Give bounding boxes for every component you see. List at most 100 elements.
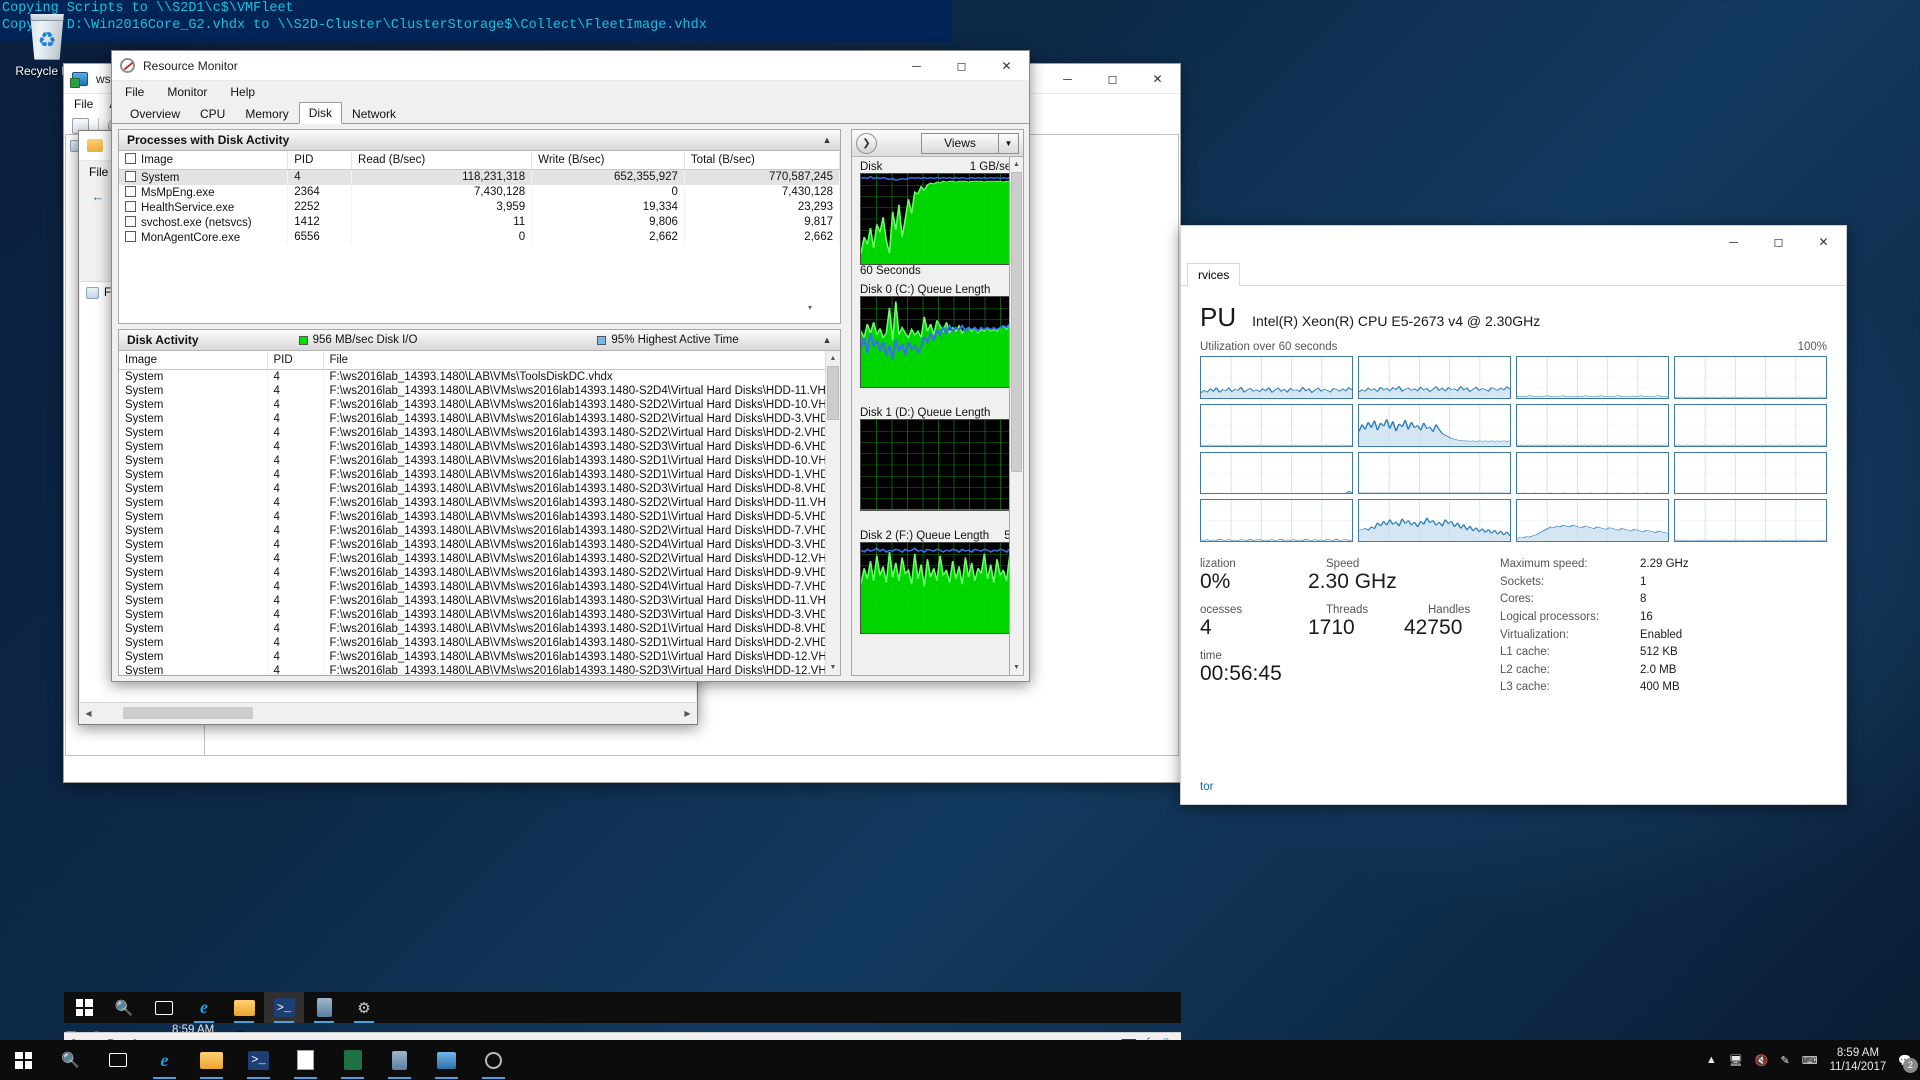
task-manager-window[interactable]: ─ ◻ ✕ rvices PU Intel(R) Xeon(R) CPU E5-…: [1180, 225, 1847, 805]
table-row[interactable]: System 4 F:\ws2016lab_14393.1480\LAB\VMs\T…: [119, 369, 840, 384]
search-button[interactable]: 🔍: [47, 1040, 94, 1080]
scrollbar-thumb[interactable]: [1011, 172, 1022, 472]
table-row[interactable]: System 4 F:\ws2016lab_14393.1480\LAB\VMs\w…: [119, 425, 840, 440]
row-checkbox[interactable]: [125, 215, 136, 227]
table-row[interactable]: System 4 F:\ws2016lab_14393.1480\LAB\VMs\w…: [119, 537, 840, 552]
processes-table-header-row[interactable]: Image PID Read (B/sec) Write (B/sec) Total (…: [119, 151, 840, 170]
scroll-left-arrow-icon[interactable]: ◀: [80, 709, 97, 718]
task-manager-minimize-button[interactable]: ─: [1711, 227, 1756, 257]
excel-button[interactable]: [329, 1040, 376, 1080]
action-center-button[interactable]: 💬 2: [1898, 1054, 1918, 1073]
guest-taskbar[interactable]: 🔍 e >_ ⚙ 🖥 🔇 ✎ ⌨ 8:59 AM 11/14/2017 💬 1: [64, 992, 1181, 1050]
task-view-button[interactable]: [144, 992, 184, 1023]
resource-monitor-maximize-button[interactable]: ◻: [939, 51, 984, 81]
task-view-button[interactable]: [94, 1040, 141, 1080]
table-row[interactable]: System 4 F:\ws2016lab_14393.1480\LAB\VMs\w…: [119, 523, 840, 538]
tab-overview[interactable]: Overview: [120, 103, 190, 124]
failover-window-controls[interactable]: ─ ◻ ✕: [1045, 64, 1180, 94]
table-row[interactable]: System 4 F:\ws2016lab_14393.1480\LAB\VMs\w…: [119, 565, 840, 580]
hyperv-manager-button[interactable]: [423, 1040, 470, 1080]
column-header[interactable]: File: [323, 351, 840, 370]
disk-activity-header-row[interactable]: Image PID File: [119, 351, 840, 370]
task-manager-maximize-button[interactable]: ◻: [1756, 227, 1801, 257]
scroll-up-arrow-icon[interactable]: ▲: [826, 351, 840, 366]
column-header[interactable]: Write (B/sec): [531, 151, 685, 170]
search-button[interactable]: 🔍: [104, 992, 144, 1023]
resource-monitor-button[interactable]: [470, 1040, 517, 1080]
notepad-button[interactable]: [282, 1040, 329, 1080]
tab-cpu[interactable]: CPU: [190, 103, 235, 124]
views-button[interactable]: Views ▼: [921, 132, 1019, 154]
back-icon[interactable]: ←: [87, 186, 109, 207]
scroll-down-arrow-icon[interactable]: ▼: [826, 660, 840, 675]
table-row[interactable]: System 4 F:\ws2016lab_14393.1480\LAB\VMs\w…: [119, 397, 840, 412]
table-row[interactable]: MonAgentCore.exe 6556 0 2,662 2,662: [119, 229, 840, 245]
column-header[interactable]: PID: [287, 151, 353, 170]
table-row[interactable]: HealthService.exe 2252 3,959 19,334 23,293: [119, 199, 840, 215]
graphs-vertical-scrollbar[interactable]: ▲ ▼: [1009, 156, 1024, 676]
failover-close-button[interactable]: ✕: [1135, 64, 1180, 94]
table-row[interactable]: System 4 F:\ws2016lab_14393.1480\LAB\VMs\w…: [119, 551, 840, 566]
menu-monitor[interactable]: Monitor: [164, 84, 210, 100]
horizontal-scrollbar[interactable]: [115, 707, 661, 719]
tab-network[interactable]: Network: [342, 103, 406, 124]
file-explorer-button[interactable]: [224, 992, 264, 1023]
file-explorer-button[interactable]: [188, 1040, 235, 1080]
volume-muted-icon[interactable]: 🔇: [1755, 1054, 1769, 1067]
table-row[interactable]: System 4 F:\ws2016lab_14393.1480\LAB\VMs\w…: [119, 495, 840, 510]
row-checkbox[interactable]: [125, 230, 136, 242]
table-row[interactable]: System 4 F:\ws2016lab_14393.1480\LAB\VMs\w…: [119, 383, 840, 398]
scrollbar-track[interactable]: [826, 366, 840, 660]
network-icon[interactable]: 🖥: [1729, 1054, 1743, 1067]
disk-activity-vertical-scrollbar[interactable]: ▲ ▼: [825, 351, 840, 675]
column-header[interactable]: Image: [119, 351, 268, 370]
column-header[interactable]: Total (B/sec): [684, 151, 840, 170]
table-row[interactable]: System 4 F:\ws2016lab_14393.1480\LAB\VMs\w…: [119, 453, 840, 468]
host-taskbar[interactable]: 🔍 e >_ ▲ 🖥 🔇 ✎ ⌨ 8:59 AM 11/14/2017 💬 2: [0, 1040, 1920, 1080]
chevron-down-icon[interactable]: ▼: [999, 132, 1019, 154]
resource-monitor-tabstrip[interactable]: Overview CPU Memory Disk Network: [112, 102, 1029, 124]
scroll-up-arrow-icon[interactable]: ▲: [1010, 157, 1023, 172]
resource-monitor-window[interactable]: Resource Monitor ─ ◻ ✕ File Monitor Help…: [111, 50, 1030, 682]
chevron-up-icon[interactable]: ▲: [818, 332, 836, 348]
internet-explorer-button[interactable]: e: [141, 1040, 188, 1080]
task-manager-tabs[interactable]: rvices: [1181, 258, 1846, 286]
internet-explorer-button[interactable]: e: [184, 992, 224, 1023]
scroll-right-arrow-icon[interactable]: ▶: [679, 709, 696, 718]
resource-monitor-minimize-button[interactable]: ─: [894, 51, 939, 81]
start-button[interactable]: [0, 1040, 47, 1080]
powershell-button[interactable]: >_: [235, 1040, 282, 1080]
open-resource-monitor-link[interactable]: tor: [1200, 781, 1213, 793]
keyboard-icon[interactable]: ⌨: [1802, 1054, 1818, 1067]
task-manager-window-controls[interactable]: ─ ◻ ✕: [1711, 227, 1846, 257]
guest-taskbar-items[interactable]: 🔍 e >_ ⚙: [64, 992, 1181, 1023]
failover-minimize-button[interactable]: ─: [1045, 64, 1090, 94]
processes-table-scroll[interactable]: Image PID Read (B/sec) Write (B/sec) Total (…: [119, 151, 840, 323]
start-button[interactable]: [64, 992, 104, 1023]
powershell-button[interactable]: >_: [264, 992, 304, 1023]
resource-monitor-window-controls[interactable]: ─ ◻ ✕: [894, 51, 1029, 81]
collapse-graphs-icon[interactable]: ❯: [856, 132, 877, 154]
explorer-menu-file[interactable]: File: [89, 165, 108, 179]
table-row[interactable]: MsMpEng.exe 2364 7,430,128 0 7,430,128: [119, 184, 840, 200]
chevron-up-icon[interactable]: ▲: [818, 132, 836, 148]
tab-disk[interactable]: Disk: [298, 102, 343, 124]
row-checkbox[interactable]: [125, 200, 136, 212]
resource-monitor-menubar[interactable]: File Monitor Help: [112, 81, 1029, 103]
table-row[interactable]: System 4 118,231,318 652,355,927 770,587,245: [119, 169, 840, 185]
scrollbar-thumb[interactable]: [123, 707, 253, 719]
host-clock[interactable]: 8:59 AM 11/14/2017: [1830, 1046, 1887, 1074]
row-checkbox[interactable]: [125, 170, 136, 182]
table-row[interactable]: System 4 F:\ws2016lab_14393.1480\LAB\VMs\w…: [119, 509, 840, 524]
disk-activity-panel-header[interactable]: Disk Activity 956 MB/sec Disk I/O 95% Hi…: [119, 330, 840, 351]
table-row[interactable]: svchost.exe (netsvcs) 1412 11 9,806 9,817: [119, 214, 840, 230]
processes-panel-header[interactable]: Processes with Disk Activity ▲: [119, 130, 840, 151]
table-row[interactable]: System 4 F:\ws2016lab_14393.1480\LAB\VMs\w…: [119, 607, 840, 622]
table-row[interactable]: System 4 F:\ws2016lab_14393.1480\LAB\VMs\w…: [119, 411, 840, 426]
row-checkbox[interactable]: [125, 185, 136, 197]
column-header[interactable]: PID: [267, 351, 324, 370]
scrollbar-track[interactable]: [1010, 172, 1023, 660]
tab-memory[interactable]: Memory: [235, 103, 298, 124]
menu-help[interactable]: Help: [227, 84, 258, 100]
table-row[interactable]: System 4 F:\ws2016lab_14393.1480\LAB\VMs\w…: [119, 621, 840, 636]
